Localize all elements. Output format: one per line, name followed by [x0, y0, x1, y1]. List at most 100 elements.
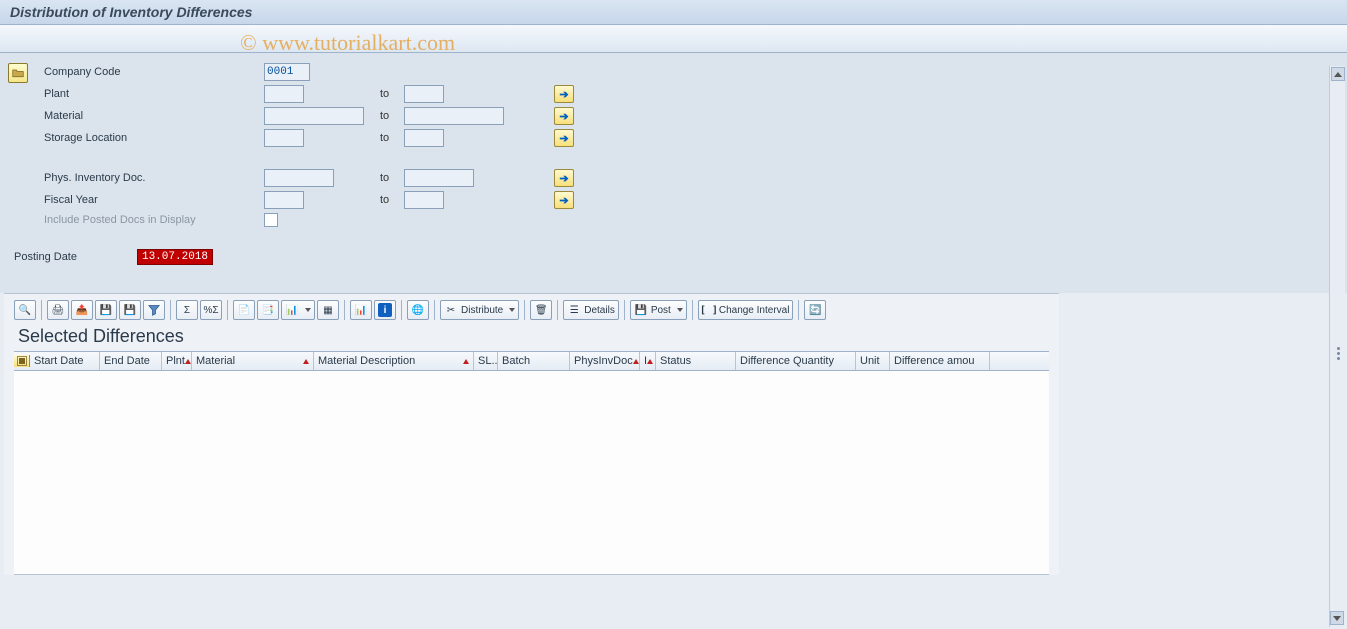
- arrow-right-icon: ➔: [559, 88, 568, 101]
- input-storage-loc-high[interactable]: [404, 129, 444, 147]
- details-label: Details: [584, 305, 615, 316]
- page-title-bar: Distribution of Inventory Differences: [0, 0, 1347, 25]
- print-button[interactable]: 🖨: [47, 300, 69, 320]
- checkbox-include-posted[interactable]: [264, 213, 278, 227]
- toolbar-separator: [401, 300, 402, 320]
- triangle-down-icon: [1333, 616, 1341, 621]
- input-storage-loc-low[interactable]: [264, 129, 304, 147]
- input-fiscal-year-high[interactable]: [404, 191, 444, 209]
- change-interval-button[interactable]: [ ]Change Interval: [698, 300, 794, 320]
- post-button[interactable]: 💾Post: [630, 300, 687, 320]
- multiselect-storage-loc-button[interactable]: ➔: [554, 129, 574, 147]
- save-icon: 💾: [634, 303, 648, 317]
- change-interval-label: Change Interval: [719, 305, 790, 316]
- scroll-down-button[interactable]: [1330, 611, 1344, 625]
- sheet-icon: 📊: [285, 303, 299, 317]
- vertical-scrollbar[interactable]: [1329, 66, 1345, 627]
- chart-icon: 📊: [354, 303, 368, 317]
- layout-button[interactable]: ▦: [317, 300, 339, 320]
- page-icon: 📄: [237, 303, 251, 317]
- trash-icon: 🗑: [534, 303, 548, 317]
- list-icon: ☰: [567, 303, 581, 317]
- column-header-label: Material Description: [318, 355, 415, 367]
- label-phys-inv-doc: Phys. Inventory Doc.: [44, 172, 264, 184]
- column-header[interactable]: Difference Quantity: [736, 352, 856, 370]
- column-header[interactable]: End Date: [100, 352, 162, 370]
- input-phys-inv-doc-high[interactable]: [404, 169, 474, 187]
- details-view-button[interactable]: 🔍: [14, 300, 36, 320]
- column-header[interactable]: Start Date: [30, 352, 100, 370]
- details-button[interactable]: ☰Details: [563, 300, 619, 320]
- detail-icon: 🔍: [18, 303, 32, 317]
- toolbar-separator: [41, 300, 42, 320]
- find-button[interactable]: 📄: [233, 300, 255, 320]
- arrow-right-icon: ➔: [559, 194, 568, 207]
- multiselect-phys-inv-doc-button[interactable]: ➔: [554, 169, 574, 187]
- multiselect-material-button[interactable]: ➔: [554, 107, 574, 125]
- toolbar-separator: [434, 300, 435, 320]
- export-icon: 📤: [75, 303, 89, 317]
- multiselect-plant-button[interactable]: ➔: [554, 85, 574, 103]
- export-button[interactable]: 📤: [71, 300, 93, 320]
- sort-ascending-icon: [303, 359, 309, 364]
- abc-analysis-button[interactable]: 🌐: [407, 300, 429, 320]
- column-header[interactable]: Material: [192, 352, 314, 370]
- column-header[interactable]: Status: [656, 352, 736, 370]
- column-header[interactable]: Batch: [498, 352, 570, 370]
- scroll-up-button[interactable]: [1331, 67, 1345, 81]
- delete-button[interactable]: 🗑: [530, 300, 552, 320]
- sigma-icon: Σ: [180, 303, 194, 317]
- find-next-button[interactable]: 📑: [257, 300, 279, 320]
- globe-icon: 🌐: [411, 303, 425, 317]
- views-dropdown-button[interactable]: 📊: [281, 300, 315, 320]
- subtotal-button[interactable]: %Σ: [200, 300, 222, 320]
- toolbar-separator: [170, 300, 171, 320]
- input-phys-inv-doc-low[interactable]: [264, 169, 334, 187]
- input-material-low[interactable]: [264, 107, 364, 125]
- column-header[interactable]: PhysInvDoc: [570, 352, 640, 370]
- folder-open-icon: [12, 67, 24, 79]
- info-button[interactable]: i: [374, 300, 396, 320]
- column-header-label: Difference Quantity: [740, 355, 834, 367]
- multiselect-fiscal-year-button[interactable]: ➔: [554, 191, 574, 209]
- subtotal-icon: %Σ: [204, 303, 218, 317]
- graphic-button[interactable]: 📊: [350, 300, 372, 320]
- input-company-code-low[interactable]: [264, 63, 310, 81]
- column-header[interactable]: Difference amou: [890, 352, 990, 370]
- alv-toolbar: 🔍 🖨 📤 💾 💾 Σ %Σ 📄 📑 📊 ▦ 📊 i 🌐 ✂Distribute…: [14, 300, 1049, 320]
- arrow-right-icon: ➔: [559, 132, 568, 145]
- column-header[interactable]: Plnt: [162, 352, 192, 370]
- save-layout-button[interactable]: 💾: [95, 300, 117, 320]
- input-plant-high[interactable]: [404, 85, 444, 103]
- label-storage-loc-to: to: [374, 132, 404, 144]
- refresh-icon: 🔄: [808, 303, 822, 317]
- column-header[interactable]: Material Description: [314, 352, 474, 370]
- column-header-label: Difference amou: [894, 355, 975, 367]
- label-fiscal-year: Fiscal Year: [44, 194, 264, 206]
- column-header[interactable]: I: [640, 352, 656, 370]
- select-all-button[interactable]: [14, 355, 30, 367]
- table-body-empty: [14, 371, 1049, 575]
- save-icon: 💾: [123, 303, 137, 317]
- refresh-button[interactable]: 🔄: [804, 300, 826, 320]
- field-posting-date[interactable]: 13.07.2018: [137, 249, 213, 265]
- input-plant-low[interactable]: [264, 85, 304, 103]
- filter-button[interactable]: [143, 300, 165, 320]
- toolbar-separator: [624, 300, 625, 320]
- column-header[interactable]: Unit: [856, 352, 890, 370]
- get-variant-button[interactable]: [8, 63, 28, 83]
- input-material-high[interactable]: [404, 107, 504, 125]
- label-phys-inv-doc-to: to: [374, 172, 404, 184]
- label-material-to: to: [374, 110, 404, 122]
- distribute-button[interactable]: ✂Distribute: [440, 300, 519, 320]
- save-icon: 💾: [99, 303, 113, 317]
- distribute-icon: ✂: [444, 303, 458, 317]
- sort-ascending-icon: [647, 359, 653, 364]
- sum-button[interactable]: Σ: [176, 300, 198, 320]
- column-header[interactable]: SL..: [474, 352, 498, 370]
- scroll-grip-icon: [1333, 347, 1343, 367]
- label-storage-location: Storage Location: [44, 132, 264, 144]
- save-layout2-button[interactable]: 💾: [119, 300, 141, 320]
- column-header-label: PhysInvDoc: [574, 355, 633, 367]
- input-fiscal-year-low[interactable]: [264, 191, 304, 209]
